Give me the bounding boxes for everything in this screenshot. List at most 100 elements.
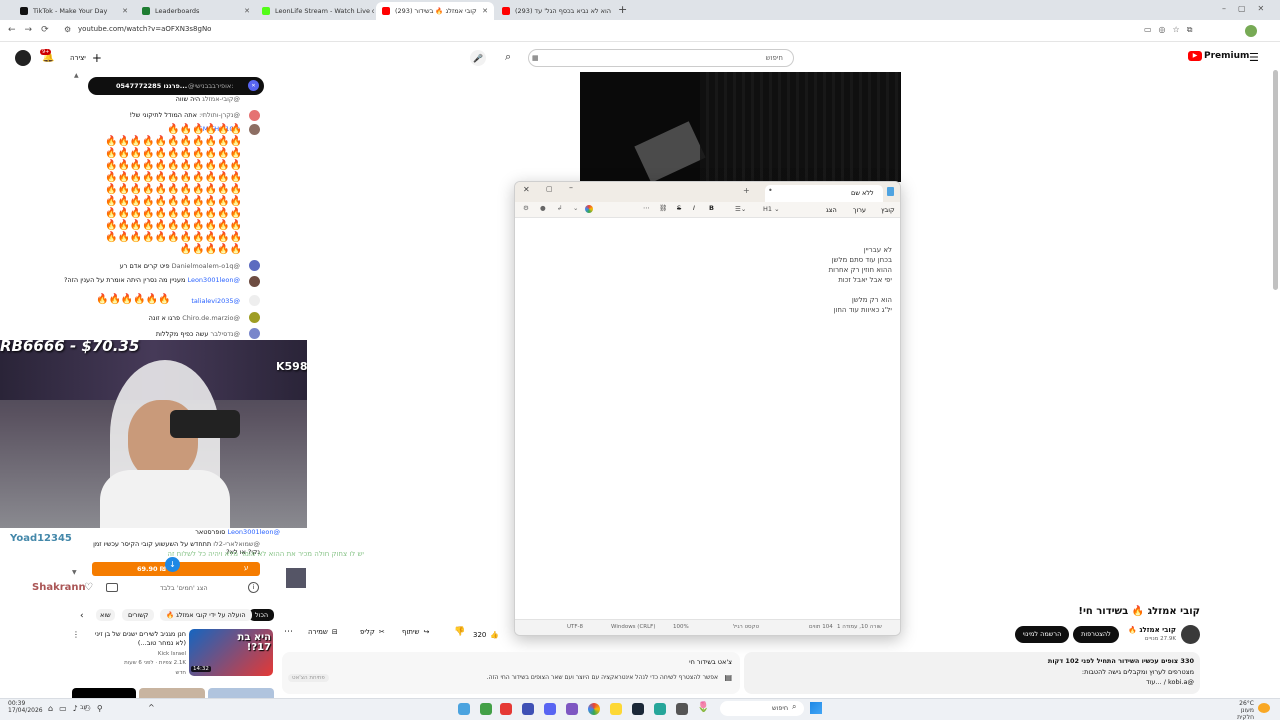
browser-tab[interactable]: Leaderboards ✕ (136, 2, 256, 20)
close-icon[interactable]: ✕ (482, 7, 488, 15)
description-more[interactable]: @kobi.a / ...עוד (1146, 678, 1194, 686)
notepad-titlebar[interactable]: ✕ ▢ – + • ללא שם (515, 182, 900, 202)
mic-icon[interactable]: 🎤 (470, 50, 486, 66)
rec-thumbnail[interactable]: היא בת 17?! 14:32 (189, 629, 273, 676)
join-button[interactable]: להצטרפות (1073, 626, 1119, 643)
rec-thumbnail-next[interactable] (139, 688, 205, 698)
widgets-icon[interactable]: 🌷 (697, 702, 709, 713)
more-vert-icon[interactable]: ⋮ (72, 630, 80, 639)
app-taskbar-icon[interactable] (566, 703, 578, 715)
notepad-window[interactable]: ✕ ▢ – + • ללא שם קובץ ערוך הצג H1 ⌄ ☰⌄ B… (514, 181, 901, 636)
gear-icon[interactable]: ⚙ (523, 204, 529, 212)
clip-button[interactable]: קליפ ✂ (360, 628, 385, 636)
notepad-taskbar-icon[interactable] (458, 703, 470, 715)
rec-title[interactable]: חנן מגניב לשירים ישנים של בן זיני (לא נמ… (84, 630, 186, 648)
channel-avatar[interactable] (15, 50, 31, 66)
heart-icon[interactable]: ♡ (84, 582, 93, 593)
more-icon[interactable]: ⋯ (643, 204, 650, 212)
app-taskbar-icon[interactable] (522, 703, 534, 715)
like-button[interactable]: 320 👍 (473, 627, 513, 643)
extension-icons[interactable]: ▭◎☆⧉ (1144, 25, 1199, 35)
system-tray-icons[interactable]: ⌂▭♪⚇⚲ (48, 704, 109, 713)
app-taskbar-icon[interactable] (480, 703, 492, 715)
create-button[interactable]: יצירה + (70, 51, 102, 65)
window-controls[interactable]: –▢✕ (1222, 4, 1276, 13)
subscribe-button[interactable]: הרשמה למינוי (1015, 626, 1069, 643)
weather-widget[interactable]: 26°C מעונן חלקית (1222, 700, 1254, 721)
rec-thumbnail-next[interactable] (208, 688, 274, 698)
maximize-icon[interactable]: ▢ (546, 185, 553, 193)
page-scrollbar[interactable] (1273, 70, 1278, 290)
menu-icon[interactable]: ☰ (1249, 51, 1259, 64)
save-button[interactable]: שמירה ⊟ (308, 628, 338, 636)
share-button[interactable]: שיתוף ↪ (402, 628, 429, 636)
menu-edit[interactable]: ערוך (853, 206, 866, 214)
italic-icon[interactable]: I (693, 204, 695, 212)
browser-tab[interactable]: TikTok - Make Your Day ✕ (14, 2, 134, 20)
channel-avatar[interactable] (1181, 625, 1200, 644)
notepad-text-area[interactable]: לא עבריין בכחן עוד סתם מלשן ההוא חוזין ר… (515, 218, 900, 621)
scroll-down-small-icon[interactable]: ▼ (72, 569, 77, 576)
nav-buttons[interactable]: ←→⟳ (8, 25, 58, 35)
chevron-up-icon[interactable]: ^ (148, 703, 155, 712)
chevron-left-icon[interactable]: ‹ (80, 611, 84, 621)
keyboard-icon[interactable]: ▦ (532, 54, 539, 62)
chip-all[interactable]: הכול (249, 609, 275, 621)
emoji-keyboard-icon[interactable] (106, 583, 118, 592)
browser-tab[interactable]: LeonLife Stream - Watch Live o... ✕ (256, 2, 374, 20)
video-player[interactable] (580, 72, 901, 182)
menu-file[interactable]: קובץ (881, 206, 895, 214)
site-info-icon[interactable]: ⚙ (64, 25, 71, 34)
discord-icon[interactable] (544, 703, 556, 715)
url-field[interactable]: youtube.com/watch?v=aOFXN3s8gNo (78, 25, 211, 33)
pinned-message[interactable]: 0547772285 פרגנו... @אופירבבבנישי: ✕ (88, 77, 264, 95)
info-icon[interactable]: i (248, 582, 259, 593)
browser-tab[interactable]: (293) הוא לא נביא בכסף הגל' עד ✕ (496, 2, 614, 20)
profile-avatar[interactable] (1245, 25, 1257, 37)
notepad-tab[interactable]: • ללא שם (765, 185, 883, 202)
language-indicator[interactable]: עב (80, 704, 87, 711)
heading-dropdown[interactable]: H1 ⌄ (763, 205, 780, 213)
list-icon[interactable]: ☰⌄ (735, 205, 746, 213)
chip-uploaded-by[interactable]: הועלה על ידי קובי אמזלג 🔥 (160, 609, 252, 621)
chevron-down-icon[interactable]: ⌄ (573, 204, 578, 212)
close-icon[interactable]: ✕ (248, 80, 259, 91)
close-icon[interactable]: ✕ (122, 7, 128, 15)
clock[interactable]: 00:39 17/04/2026 (8, 700, 43, 714)
app-taskbar-icon[interactable] (654, 703, 666, 715)
scroll-up-icon[interactable]: ▲ (74, 72, 79, 79)
file-explorer-icon[interactable] (610, 703, 622, 715)
new-tab-button[interactable]: + (743, 186, 750, 195)
strikethrough-icon[interactable]: S (677, 204, 681, 212)
chrome-icon[interactable] (588, 703, 600, 715)
open-chat-button[interactable]: פתיחת הצ'אט (288, 674, 329, 682)
more-icon[interactable]: ⋯ (284, 627, 293, 637)
chip-more[interactable]: שוא (96, 609, 115, 621)
app-taskbar-icon[interactable] (676, 703, 688, 715)
person-icon[interactable]: ● (540, 204, 546, 212)
close-icon[interactable]: ✕ (523, 185, 530, 194)
search-icon[interactable]: ⌕ (505, 50, 511, 64)
bold-icon[interactable]: B (709, 204, 714, 212)
youtube-logo[interactable]: ▶ Premium (1188, 51, 1249, 61)
channel-name[interactable]: קובי אמזלג 🔥 (1110, 626, 1176, 634)
start-icon[interactable] (810, 702, 822, 714)
steam-icon[interactable] (632, 703, 644, 715)
thumbs-down-icon[interactable]: 👎 (454, 627, 465, 637)
rec-thumbnail-next[interactable] (72, 688, 136, 698)
scroll-down-icon[interactable]: ↓ (165, 557, 180, 572)
menu-view[interactable]: הצג (826, 206, 837, 214)
close-icon[interactable]: ✕ (244, 7, 250, 15)
chat-filter-label[interactable]: הצג 'חמים' בלבד (160, 584, 208, 592)
new-tab-button[interactable]: + (618, 3, 627, 16)
app-taskbar-icon[interactable] (500, 703, 512, 715)
rewrite-icon[interactable]: ↲ (557, 204, 562, 212)
link-icon[interactable]: ⛓ (659, 204, 667, 212)
minimize-icon[interactable]: – (569, 183, 573, 192)
taskbar-search[interactable]: חיפוש ⌕ (720, 701, 804, 716)
rec-channel[interactable]: Kick Israel (84, 651, 186, 657)
browser-tab-active[interactable]: (293) קובי אמזלג 🔥 בשידור ✕ (376, 2, 494, 20)
copilot-icon[interactable] (585, 205, 593, 213)
chip-related[interactable]: קשורים (122, 609, 155, 621)
status-zoom[interactable]: 100% (673, 624, 689, 630)
